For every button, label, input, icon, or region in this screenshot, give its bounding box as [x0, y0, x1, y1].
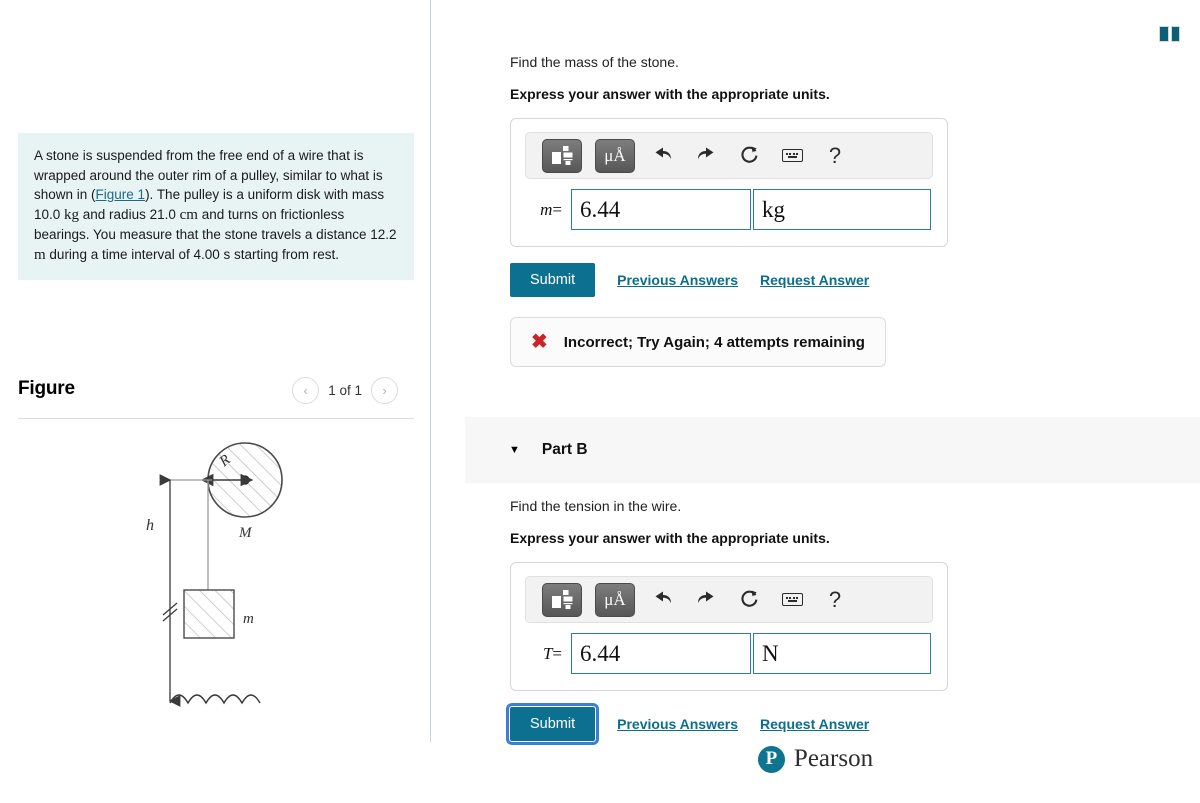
fraction-template-icon[interactable] — [542, 582, 582, 617]
part-a-previous-answers-link[interactable]: Previous Answers — [617, 272, 738, 288]
reset-icon[interactable] — [734, 585, 764, 615]
pulley-mass-label: M — [238, 525, 253, 541]
unit-cm: cm — [179, 206, 198, 223]
part-a-request-answer-link[interactable]: Request Answer — [760, 272, 869, 288]
keyboard-icon[interactable] — [777, 141, 807, 171]
part-a-units-input[interactable]: kg — [753, 189, 931, 230]
unit-entry-icon[interactable]: μÅ — [595, 582, 635, 617]
part-b-header[interactable]: ▼ Part B — [465, 417, 1200, 483]
part-b-variable: T — [542, 643, 553, 663]
part-b-label: Part B — [541, 441, 588, 458]
part-b-request-answer-link[interactable]: Request Answer — [760, 716, 869, 732]
figure-title: Figure — [18, 378, 75, 399]
part-a-variable: m — [540, 199, 553, 219]
page-root: A stone is suspended from the free end o… — [0, 0, 1200, 803]
part-a-toolbar-wrap: μÅ ? — [511, 132, 947, 179]
unit-kg: kg — [64, 206, 80, 223]
part-a-answer-row: m= 6.44 kg — [511, 179, 947, 246]
part-b-math-toolbar: μÅ ? — [525, 576, 933, 623]
figure-divider — [18, 418, 414, 419]
help-icon[interactable]: ? — [820, 585, 850, 615]
problem-statement: A stone is suspended from the free end o… — [18, 133, 414, 280]
pearson-mark-icon: P — [757, 745, 785, 773]
part-b-submit-button[interactable]: Submit — [505, 703, 600, 745]
part-b-answer-card: μÅ ? T= 6.44 N — [510, 562, 948, 691]
chevron-down-icon: ▼ — [509, 444, 520, 456]
part-a-value-input[interactable]: 6.44 — [571, 189, 751, 230]
unit-entry-icon[interactable]: μÅ — [595, 138, 635, 173]
unit-m: m — [34, 246, 46, 263]
figure-prev-button[interactable]: ‹ — [292, 377, 320, 404]
part-b-value-input[interactable]: 6.44 — [571, 633, 751, 674]
figure-header: Figure ‹ 1 of 1 › — [18, 375, 414, 417]
part-b-toolbar-wrap: μÅ ? — [511, 576, 947, 623]
pulley-diagram-svg: R M m h — [146, 442, 283, 707]
undo-arrow-icon[interactable] — [648, 585, 678, 615]
figure-navigation: ‹ 1 of 1 › — [292, 377, 398, 404]
part-b-variable-label: T= — [525, 644, 571, 664]
part-a-answer-card: μÅ ? m= 6.44 kg — [510, 118, 948, 247]
part-a-question: Find the mass of the stone. — [510, 54, 679, 70]
undo-arrow-icon[interactable] — [648, 141, 678, 171]
part-a-button-row: Submit Previous Answers Request Answer — [510, 263, 1130, 297]
fraction-template-icon[interactable] — [542, 138, 582, 173]
height-label: h — [146, 517, 154, 534]
keyboard-icon[interactable] — [777, 585, 807, 615]
part-a-equals: = — [552, 199, 562, 219]
fraction-template-glyph — [551, 146, 572, 165]
redo-arrow-icon[interactable] — [691, 585, 721, 615]
help-icon[interactable]: ? — [820, 141, 850, 171]
redo-arrow-icon[interactable] — [691, 141, 721, 171]
fraction-template-glyph — [551, 590, 572, 609]
incorrect-x-icon: ✖ — [531, 331, 548, 353]
right-pane: Find the mass of the stone. Express your… — [431, 0, 1200, 803]
figure-next-button[interactable]: › — [371, 377, 398, 404]
part-b-question: Find the tension in the wire. — [510, 498, 682, 514]
figure-counter: 1 of 1 — [328, 383, 362, 398]
part-a-submit-button[interactable]: Submit — [510, 263, 596, 297]
stone-mass-label: m — [243, 611, 254, 627]
pearson-logo: P Pearson — [431, 745, 1200, 773]
part-b-equals: = — [552, 643, 562, 663]
part-a-feedback-text: Incorrect; Try Again; 4 attempts remaini… — [563, 333, 865, 351]
book-column-left — [1159, 26, 1169, 42]
part-a-feedback-banner: ✖ Incorrect; Try Again; 4 attempts remai… — [510, 317, 886, 367]
part-b-instruction: Express your answer with the appropriate… — [510, 530, 830, 546]
problem-text-3: and radius 21.0 — [79, 206, 180, 222]
chevron-left-icon: ‹ — [303, 383, 308, 398]
part-a-variable-label: m= — [525, 200, 571, 220]
chevron-right-icon: › — [382, 383, 387, 398]
part-b-units-input[interactable]: N — [753, 633, 931, 674]
left-pane: A stone is suspended from the free end o… — [0, 0, 430, 803]
part-b-button-row: Submit Previous Answers Request Answer — [505, 703, 1130, 745]
book-columns-icon[interactable] — [1159, 26, 1180, 42]
part-b-section: Find the tension in the wire. Express yo… — [505, 498, 1130, 745]
part-a-instruction: Express your answer with the appropriate… — [510, 86, 830, 102]
figure-1-link[interactable]: Figure 1 — [96, 187, 146, 202]
part-a-section: Find the mass of the stone. Express your… — [510, 54, 1130, 367]
book-column-right — [1170, 26, 1180, 42]
part-a-math-toolbar: μÅ ? — [525, 132, 933, 179]
problem-text-5: during a time interval of 4.00 s startin… — [45, 246, 340, 262]
part-b-previous-answers-link[interactable]: Previous Answers — [617, 716, 738, 732]
reset-icon[interactable] — [734, 141, 764, 171]
part-b-answer-row: T= 6.44 N — [511, 623, 947, 690]
figure-diagram: R M m h — [18, 425, 414, 745]
pearson-wordmark: Pearson — [793, 745, 874, 772]
